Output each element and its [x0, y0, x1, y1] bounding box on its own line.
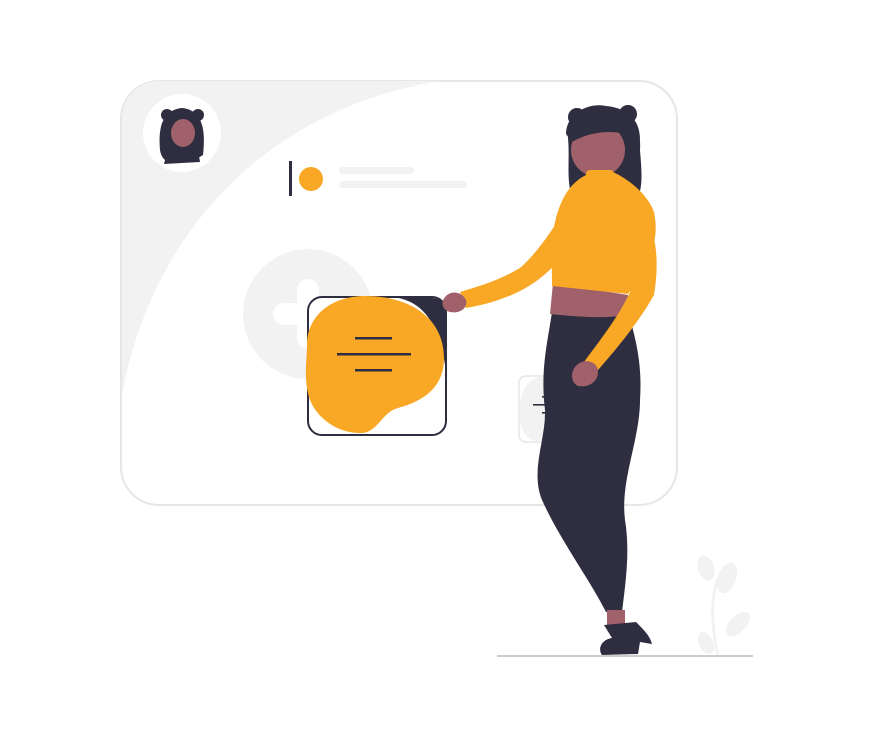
header-divider	[289, 161, 292, 196]
woman-shoe	[600, 622, 652, 655]
chat-line-1	[355, 337, 392, 340]
chat-bubble-icon	[305, 296, 447, 436]
woman-collar	[586, 170, 614, 182]
woman-hair-bun-left	[568, 108, 586, 126]
avatar-icon	[143, 94, 221, 172]
chat-line-2	[337, 353, 411, 356]
plant-icon	[697, 555, 751, 657]
ground-line	[497, 655, 753, 657]
header-dot	[299, 167, 323, 191]
woman-hair-bun-right	[619, 105, 637, 123]
header-line-short	[339, 167, 414, 174]
chat-line-3	[355, 369, 392, 372]
illustration-stage	[0, 0, 873, 738]
header-line-long	[339, 181, 467, 188]
illustration-svg	[120, 80, 753, 657]
